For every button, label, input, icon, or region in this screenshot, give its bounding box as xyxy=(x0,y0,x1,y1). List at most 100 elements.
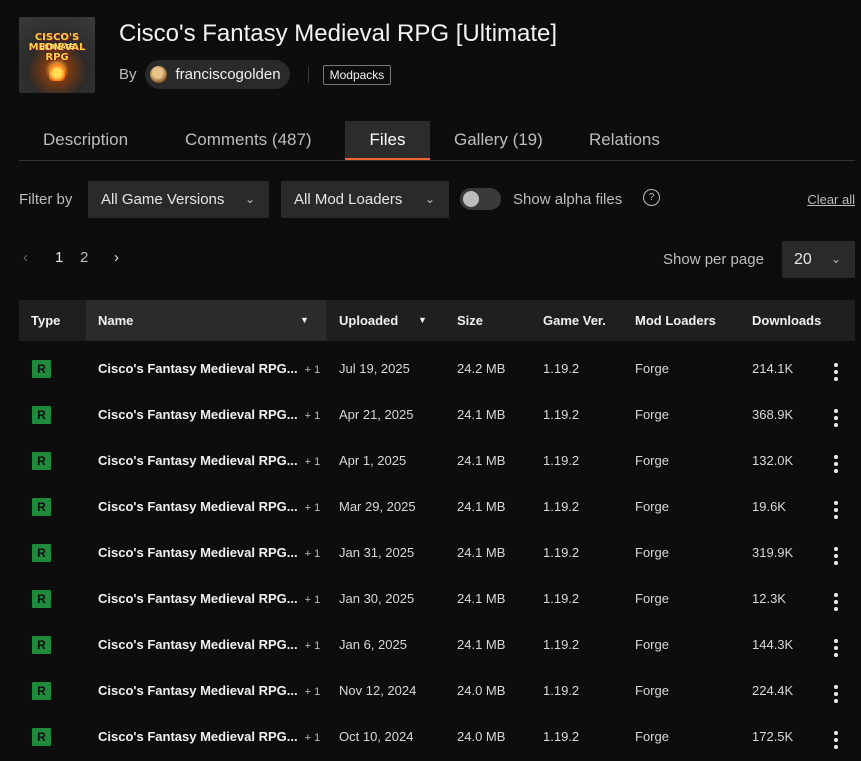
tab-files[interactable]: Files xyxy=(345,121,430,160)
next-page-icon[interactable]: › xyxy=(114,249,119,266)
mod-loader: Forge xyxy=(635,407,669,422)
more-options-icon[interactable] xyxy=(834,731,838,752)
header-game-version[interactable]: Game Ver. xyxy=(543,300,606,341)
per-page-label: Show per page xyxy=(663,251,764,268)
additional-files-count: + 1 xyxy=(304,456,321,468)
file-name-cell[interactable]: Cisco's Fantasy Medieval RPG... + 1 xyxy=(98,576,320,622)
prev-page-icon[interactable]: ‹ xyxy=(23,249,28,266)
file-name-cell[interactable]: Cisco's Fantasy Medieval RPG... + 1 xyxy=(98,668,320,714)
divider xyxy=(307,66,309,83)
mod-loader: Forge xyxy=(635,683,669,698)
mod-loader: Forge xyxy=(635,545,669,560)
table-row[interactable]: R Cisco's Fantasy Medieval RPG... + 1 Apr 2… xyxy=(19,392,855,438)
mod-loader-select[interactable]: All Mod Loaders ⌄ xyxy=(281,181,449,218)
header-uploaded-label: Uploaded xyxy=(339,313,399,328)
author-link[interactable]: franciscogolden xyxy=(144,60,290,89)
byline: By franciscogolden Modpacks xyxy=(119,60,557,89)
uploaded-date: Jan 30, 2025 xyxy=(339,591,415,606)
game-version-select[interactable]: All Game Versions ⌄ xyxy=(88,181,269,218)
category-tag[interactable]: Modpacks xyxy=(322,64,392,85)
more-options-icon[interactable] xyxy=(834,363,838,384)
download-count: 19.6K xyxy=(752,499,786,514)
file-name-cell[interactable]: Cisco's Fantasy Medieval RPG... + 1 xyxy=(98,714,320,760)
file-name-cell[interactable]: Cisco's Fantasy Medieval RPG... + 1 xyxy=(98,346,320,392)
tab-description[interactable]: Description xyxy=(19,121,161,160)
header-uploaded[interactable]: Uploaded ▼ xyxy=(339,300,439,341)
sort-desc-icon: ▼ xyxy=(418,315,427,325)
table-row[interactable]: R Cisco's Fantasy Medieval RPG... + 1 Mar 2… xyxy=(19,484,855,530)
header-name-label: Name xyxy=(98,313,134,328)
release-type-badge: R xyxy=(32,682,51,700)
alpha-files-toggle[interactable] xyxy=(460,188,501,210)
table-row[interactable]: R Cisco's Fantasy Medieval RPG... + 1 Jan 3… xyxy=(19,576,855,622)
tab-gallery[interactable]: Gallery (19) xyxy=(430,121,565,160)
page-2[interactable]: 2 xyxy=(80,249,88,266)
download-count: 144.3K xyxy=(752,637,794,652)
release-type-badge: R xyxy=(32,728,51,746)
file-size: 24.1 MB xyxy=(457,499,506,514)
sort-desc-icon: ▼ xyxy=(300,315,309,325)
header-name[interactable]: Name ▼ xyxy=(86,300,326,341)
additional-files-count: + 1 xyxy=(304,502,321,514)
file-name-cell[interactable]: Cisco's Fantasy Medieval RPG... + 1 xyxy=(98,530,320,576)
uploaded-date: Jul 19, 2025 xyxy=(339,361,410,376)
file-name[interactable]: Cisco's Fantasy Medieval RPG... xyxy=(98,591,298,606)
tab-relations[interactable]: Relations xyxy=(565,121,685,160)
file-name[interactable]: Cisco's Fantasy Medieval RPG... xyxy=(98,499,298,514)
file-name[interactable]: Cisco's Fantasy Medieval RPG... xyxy=(98,361,298,376)
header-size[interactable]: Size xyxy=(457,300,483,341)
author-name: franciscogolden xyxy=(175,66,281,83)
more-options-icon[interactable] xyxy=(834,547,838,568)
per-page-select[interactable]: 20 ⌄ xyxy=(782,241,855,278)
download-count: 132.0K xyxy=(752,453,794,468)
more-options-icon[interactable] xyxy=(834,501,838,522)
file-size: 24.1 MB xyxy=(457,545,506,560)
file-name[interactable]: Cisco's Fantasy Medieval RPG... xyxy=(98,545,298,560)
table-row[interactable]: R Cisco's Fantasy Medieval RPG... + 1 Jul 1… xyxy=(19,346,855,392)
tab-comments[interactable]: Comments (487) xyxy=(161,121,345,160)
file-name[interactable]: Cisco's Fantasy Medieval RPG... xyxy=(98,453,298,468)
file-name[interactable]: Cisco's Fantasy Medieval RPG... xyxy=(98,729,298,744)
file-name[interactable]: Cisco's Fantasy Medieval RPG... xyxy=(98,683,298,698)
more-options-icon[interactable] xyxy=(834,409,838,430)
game-version: 1.19.2 xyxy=(543,453,580,468)
more-options-icon[interactable] xyxy=(834,639,838,660)
game-version: 1.19.2 xyxy=(543,407,580,422)
file-size: 24.1 MB xyxy=(457,637,506,652)
more-options-icon[interactable] xyxy=(834,593,838,614)
table-row[interactable]: R Cisco's Fantasy Medieval RPG... + 1 Jan 6… xyxy=(19,622,855,668)
release-type-badge: R xyxy=(32,636,51,654)
file-size: 24.1 MB xyxy=(457,591,506,606)
game-version: 1.19.2 xyxy=(543,545,580,560)
uploaded-date: Jan 6, 2025 xyxy=(339,637,407,652)
mod-loader-value: All Mod Loaders xyxy=(294,191,403,208)
file-size: 24.0 MB xyxy=(457,683,506,698)
file-name-cell[interactable]: Cisco's Fantasy Medieval RPG... + 1 xyxy=(98,392,320,438)
file-name[interactable]: Cisco's Fantasy Medieval RPG... xyxy=(98,407,298,422)
help-icon[interactable]: ? xyxy=(643,189,660,206)
download-count: 224.4K xyxy=(752,683,794,698)
mod-loader: Forge xyxy=(635,591,669,606)
table-row[interactable]: R Cisco's Fantasy Medieval RPG... + 1 Oct 1… xyxy=(19,714,855,760)
chevron-down-icon: ⌄ xyxy=(244,192,255,206)
header-downloads[interactable]: Downloads xyxy=(752,300,821,341)
table-row[interactable]: R Cisco's Fantasy Medieval RPG... + 1 Jan 3… xyxy=(19,530,855,576)
chevron-down-icon: ⌄ xyxy=(424,192,435,206)
table-header: Type Name ▼ Uploaded ▼ Size Game Ver. Mo… xyxy=(19,300,855,341)
file-name-cell[interactable]: Cisco's Fantasy Medieval RPG... + 1 xyxy=(98,484,320,530)
clear-all-link[interactable]: Clear all xyxy=(807,192,855,207)
page-1[interactable]: 1 xyxy=(55,249,63,266)
filter-label: Filter by xyxy=(19,191,73,208)
uploaded-date: Oct 10, 2024 xyxy=(339,729,414,744)
table-row[interactable]: R Cisco's Fantasy Medieval RPG... + 1 Apr 1… xyxy=(19,438,855,484)
file-name-cell[interactable]: Cisco's Fantasy Medieval RPG... + 1 xyxy=(98,438,320,484)
table-row[interactable]: R Cisco's Fantasy Medieval RPG... + 1 Nov 1… xyxy=(19,668,855,714)
project-logo[interactable]: CISCO'S MEDIEVAL RPG ULTIMATE xyxy=(19,17,95,93)
release-type-badge: R xyxy=(32,452,51,470)
uploaded-date: Jan 31, 2025 xyxy=(339,545,415,560)
more-options-icon[interactable] xyxy=(834,455,838,476)
mod-loader: Forge xyxy=(635,499,669,514)
file-name[interactable]: Cisco's Fantasy Medieval RPG... xyxy=(98,637,298,652)
file-name-cell[interactable]: Cisco's Fantasy Medieval RPG... + 1 xyxy=(98,622,320,668)
more-options-icon[interactable] xyxy=(834,685,838,706)
